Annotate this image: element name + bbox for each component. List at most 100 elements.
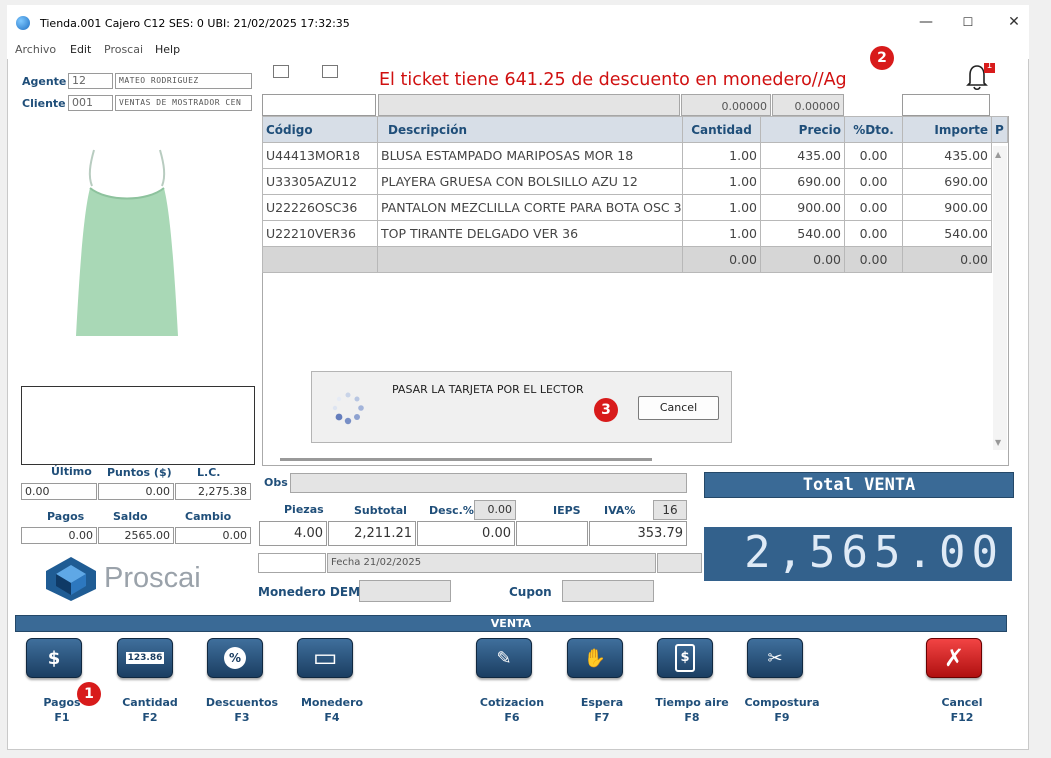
cell-price: 0.00 bbox=[760, 246, 845, 273]
tiempo-aire-key-label: Tiempo aire F8 bbox=[655, 696, 729, 724]
col-codigo[interactable]: Código bbox=[262, 116, 378, 143]
cell-quantity: 0.00 bbox=[682, 246, 761, 273]
puntos-label: Puntos ($) bbox=[107, 466, 172, 479]
col-descripcion[interactable]: Descripción bbox=[377, 116, 683, 143]
menu-proscai[interactable]: Proscai bbox=[104, 43, 143, 56]
iva-pct-field[interactable]: 16 bbox=[653, 500, 687, 520]
lc-label: L.C. bbox=[197, 466, 221, 479]
pagos-label: Pagos bbox=[47, 510, 85, 523]
proscai-logo-icon bbox=[46, 557, 96, 601]
cell-price: 900.00 bbox=[760, 194, 845, 221]
cupon-field[interactable] bbox=[562, 580, 654, 602]
agent-label: Agente bbox=[22, 75, 67, 88]
cell-quantity: 1.00 bbox=[682, 194, 761, 221]
ieps-label: IEPS bbox=[553, 504, 581, 517]
section-bar: VENTA bbox=[15, 615, 1007, 632]
pagos-button[interactable]: $ bbox=[26, 638, 82, 678]
menu-edit[interactable]: Edit bbox=[70, 43, 91, 56]
obs-label: Obs bbox=[264, 476, 288, 489]
menu-archivo[interactable]: Archivo bbox=[15, 43, 56, 56]
horizontal-scrollbar[interactable] bbox=[280, 458, 652, 461]
fecha-prefix-field bbox=[258, 553, 326, 573]
note-panel bbox=[21, 386, 255, 465]
description-entry-field bbox=[378, 94, 680, 116]
total-label: Total VENTA bbox=[704, 472, 1014, 498]
amount-entry-field[interactable] bbox=[902, 94, 990, 116]
cancel-sale-button[interactable]: ✗ bbox=[926, 638, 982, 678]
table-row[interactable]: U22226OSC36 PANTALON MEZCLILLA CORTE PAR… bbox=[262, 194, 1008, 221]
cell-discount: 0.00 bbox=[844, 168, 903, 195]
agent-code-field[interactable]: 12 bbox=[68, 73, 113, 89]
col-dto[interactable]: %Dto. bbox=[844, 116, 903, 143]
cambio-label: Cambio bbox=[185, 510, 232, 523]
table-row[interactable]: U44413MOR18 BLUSA ESTAMPADO MARIPOSAS MO… bbox=[262, 142, 1008, 169]
puntos-value: 0.00 bbox=[98, 483, 174, 500]
cell-quantity: 1.00 bbox=[682, 220, 761, 247]
agent-name-field: MATEO RODRIGUEZ bbox=[115, 73, 252, 89]
cantidad-key-label: Cantidad F2 bbox=[122, 696, 178, 724]
fecha-field: Fecha 21/02/2025 bbox=[327, 553, 656, 573]
scissors-icon: ✂ bbox=[767, 647, 783, 669]
col-cantidad[interactable]: Cantidad bbox=[682, 116, 761, 143]
monedero-button[interactable]: ▭ bbox=[297, 638, 353, 678]
table-row[interactable]: U22210VER36 TOP TIRANTE DELGADO VER 36 1… bbox=[262, 220, 1008, 247]
client-code-field[interactable]: 001 bbox=[68, 95, 113, 111]
vertical-scrollbar[interactable] bbox=[993, 146, 1007, 450]
menu-help[interactable]: Help bbox=[155, 43, 180, 56]
ultimo-label: Último bbox=[51, 465, 92, 478]
proscai-logo-text: Proscai bbox=[104, 562, 201, 594]
monedero-field[interactable] bbox=[359, 580, 451, 602]
discount-icon: % bbox=[224, 647, 246, 669]
window-title: Tienda.001 Cajero C12 SES: 0 UBI: 21/02/… bbox=[40, 17, 350, 30]
espera-button[interactable]: ✋ bbox=[567, 638, 623, 678]
scroll-down-arrow-icon[interactable]: ▼ bbox=[995, 438, 1001, 447]
option-checkbox-2[interactable] bbox=[322, 65, 338, 78]
minimize-button[interactable]: — bbox=[904, 8, 948, 36]
col-importe[interactable]: Importe bbox=[902, 116, 992, 143]
card-icon: ▭ bbox=[312, 643, 338, 673]
compostura-button[interactable]: ✂ bbox=[747, 638, 803, 678]
cell-amount: 435.00 bbox=[902, 142, 992, 169]
descuentos-button[interactable]: % bbox=[207, 638, 263, 678]
cantidad-button[interactable]: 123.86 bbox=[117, 638, 173, 678]
cell-code bbox=[262, 246, 378, 273]
close-button[interactable]: ✕ bbox=[992, 8, 1036, 36]
subtotal-label: Subtotal bbox=[354, 504, 407, 517]
table-header-row: Código Descripción Cantidad Precio %Dto.… bbox=[262, 116, 1008, 143]
iva-label: IVA% bbox=[604, 504, 636, 517]
dialog-cancel-button[interactable]: Cancel bbox=[638, 396, 719, 420]
iva-value: 353.79 bbox=[589, 521, 687, 546]
cell-description: BLUSA ESTAMPADO MARIPOSAS MOR 18 bbox=[377, 142, 683, 169]
cell-quantity: 1.00 bbox=[682, 168, 761, 195]
marker-1: 1 bbox=[77, 682, 101, 706]
cell-quantity: 1.00 bbox=[682, 142, 761, 169]
obs-field[interactable] bbox=[290, 473, 687, 493]
cell-description: TOP TIRANTE DELGADO VER 36 bbox=[377, 220, 683, 247]
code-entry-field[interactable] bbox=[262, 94, 376, 116]
scroll-up-arrow-icon[interactable]: ▲ bbox=[995, 150, 1001, 159]
app-globe-icon bbox=[16, 16, 30, 30]
desc-pct-field[interactable]: 0.00 bbox=[474, 500, 516, 520]
sale-items-table: Código Descripción Cantidad Precio %Dto.… bbox=[262, 116, 1008, 273]
option-checkbox-1[interactable] bbox=[273, 65, 289, 78]
desc-value: 0.00 bbox=[417, 521, 515, 546]
cambio-value: 0.00 bbox=[175, 527, 251, 544]
cell-price: 690.00 bbox=[760, 168, 845, 195]
maximize-button[interactable]: ☐ bbox=[946, 8, 990, 36]
tiempo-aire-button[interactable]: $ bbox=[657, 638, 713, 678]
subtotal-value: 2,211.21 bbox=[328, 521, 416, 546]
col-precio[interactable]: Precio bbox=[760, 116, 845, 143]
descuentos-key-label: Descuentos F3 bbox=[205, 696, 279, 724]
cell-price: 435.00 bbox=[760, 142, 845, 169]
pagos-value: 0.00 bbox=[21, 527, 97, 544]
price-entry-field: 0.00000 bbox=[772, 94, 844, 116]
ultimo-value: 0.00 bbox=[21, 483, 97, 500]
cotizacion-button[interactable]: ✎ bbox=[476, 638, 532, 678]
table-row-empty[interactable]: 0.00 0.00 0.00 0.00 bbox=[262, 246, 1008, 273]
client-label: Cliente bbox=[22, 97, 66, 110]
col-p[interactable]: P bbox=[991, 116, 1008, 143]
monedero-key-label: Monedero F4 bbox=[300, 696, 364, 724]
table-row[interactable]: U33305AZU12 PLAYERA GRUESA CON BOLSILLO … bbox=[262, 168, 1008, 195]
cell-code: U22226OSC36 bbox=[262, 194, 378, 221]
compostura-key-label: Compostura F9 bbox=[744, 696, 820, 724]
